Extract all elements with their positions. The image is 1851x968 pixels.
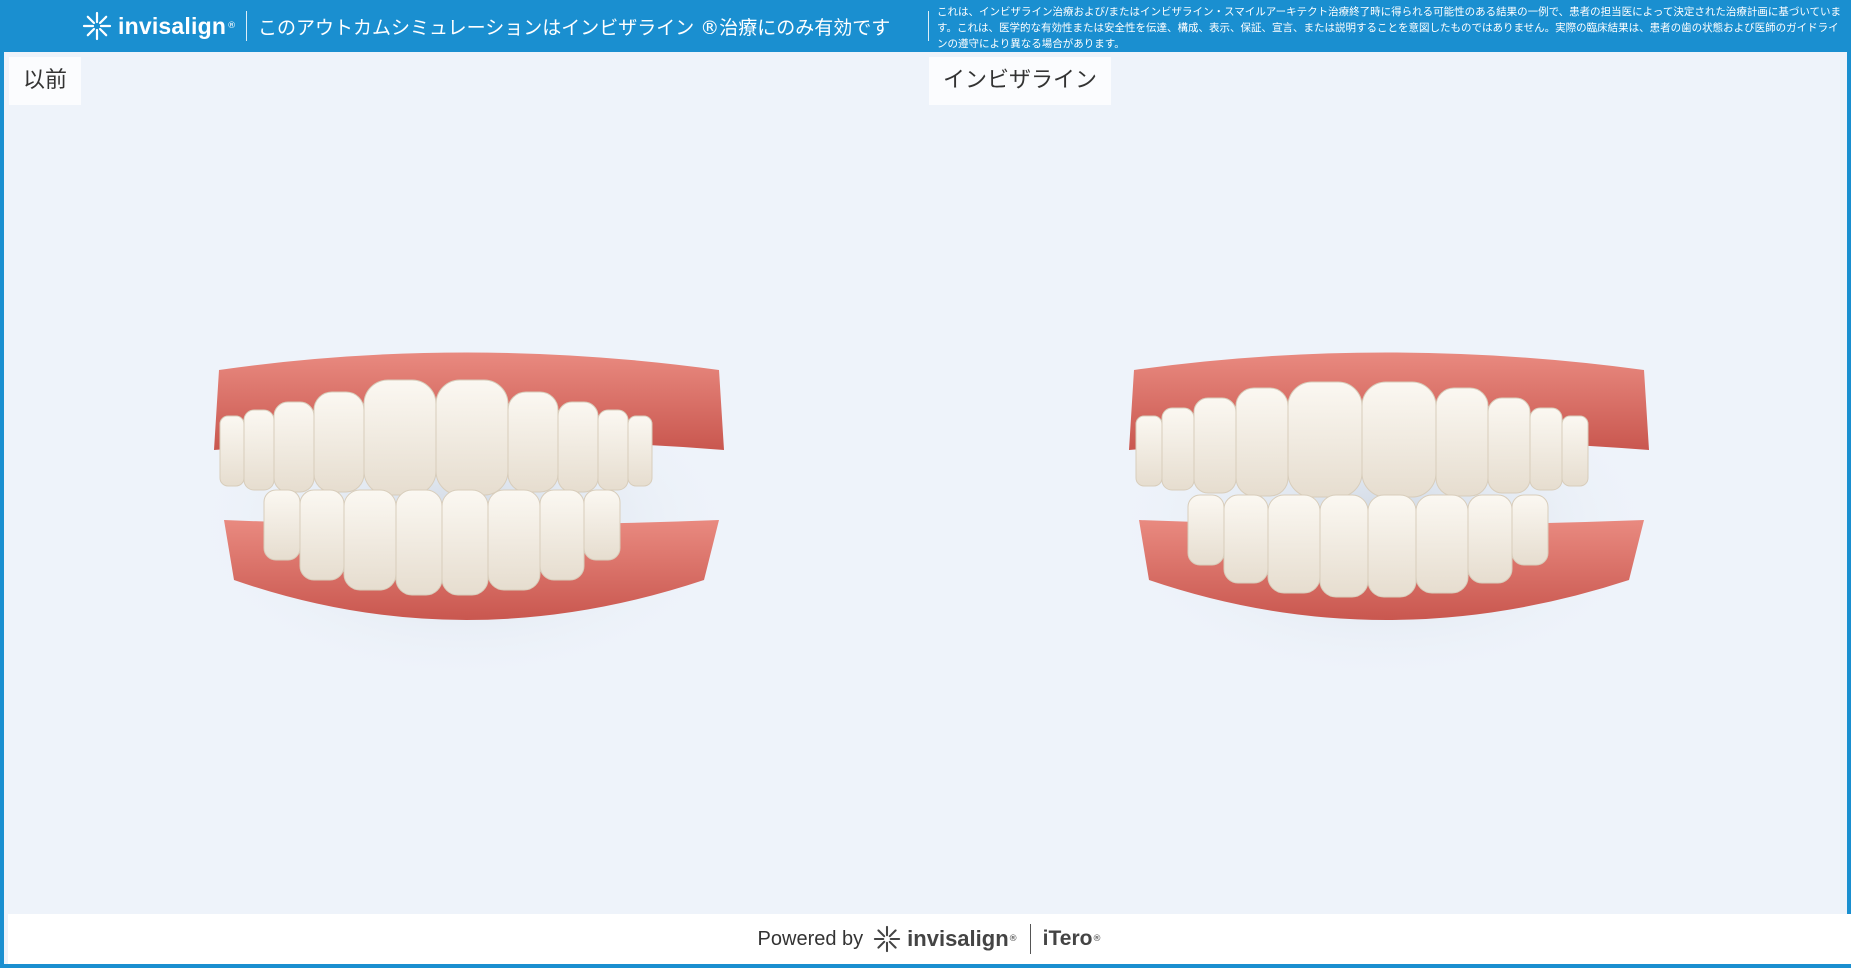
- before-view-label: 以前: [9, 57, 82, 105]
- invisalign-logo: invisalign ®: [82, 9, 236, 43]
- header-divider: [246, 11, 247, 41]
- itero-registered-mark: ®: [1092, 934, 1102, 944]
- footer-bar: Powered by invisalign ® iTero ®: [8, 914, 1851, 964]
- starburst-icon: [82, 11, 112, 41]
- powered-by-text: Powered by: [757, 927, 864, 950]
- footer-divider: [1029, 924, 1031, 954]
- after-view-label: インビザライン: [929, 57, 1112, 105]
- logo-registered-mark: ®: [227, 21, 237, 31]
- header-title: このアウトカムシミュレーションはインビザライン ®治療にのみ有効です: [258, 17, 891, 39]
- before-teeth-model[interactable]: [184, 330, 744, 670]
- starburst-icon: [874, 925, 901, 953]
- viewer-frame: invisalign ® このアウトカムシミュレーションはインビザライン ®治療…: [0, 0, 1851, 968]
- logo-text: invisalign: [118, 12, 227, 39]
- after-teeth-model[interactable]: [1104, 330, 1664, 670]
- footer-invisalign-logo: invisalign: [907, 926, 1009, 951]
- header-divider: [928, 11, 929, 41]
- header-bar: invisalign ® このアウトカムシミュレーションはインビザライン ®治療…: [4, 0, 1851, 52]
- itero-logo: iTero: [1042, 927, 1093, 950]
- disclaimer-text: これは、インビザライン治療および/またはインビザライン・スマイルアーキテクト治療…: [937, 6, 1842, 48]
- footer-registered-mark: ®: [1008, 934, 1018, 944]
